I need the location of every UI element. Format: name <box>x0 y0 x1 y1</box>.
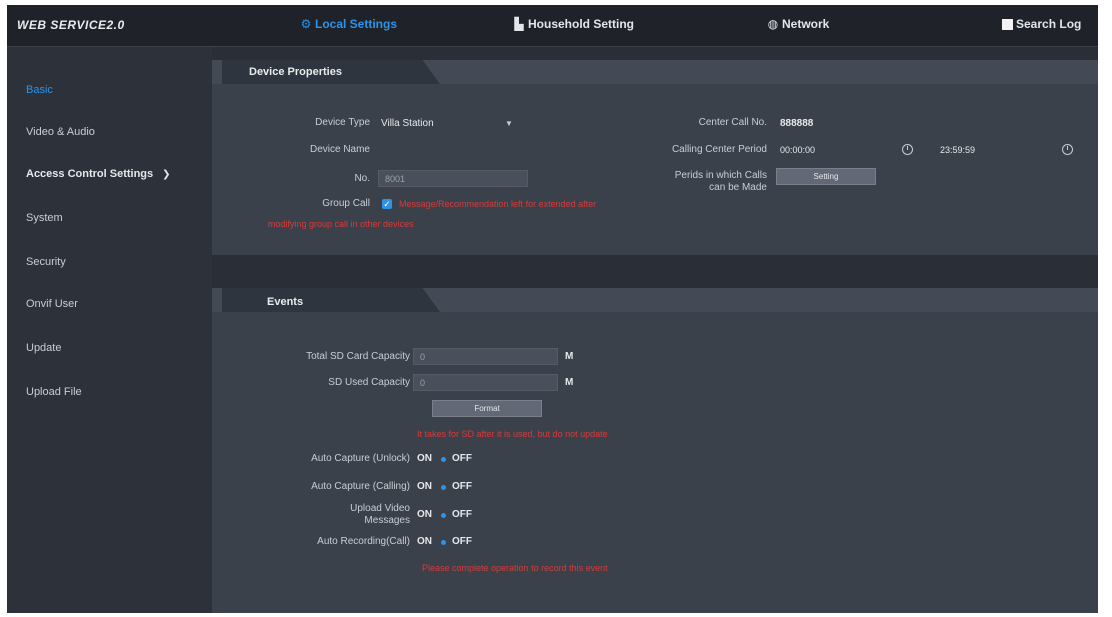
total-sd-input[interactable]: 0 <box>413 348 558 365</box>
period-start-input[interactable]: 00:00:00 <box>780 145 815 155</box>
device-type-label: Device Type <box>315 117 370 128</box>
tab-label: Network <box>782 17 830 31</box>
group-call-warning-line2: modifying group call in other devices <box>268 219 414 229</box>
radio-selected-icon <box>441 540 446 545</box>
tab-label: Local Settings <box>315 17 398 31</box>
auto-recording-on[interactable]: ON <box>417 536 432 547</box>
document-icon <box>1002 18 1013 30</box>
app-window: WEB SERVICE2.0 ⚙ Local Settings ▙ Househ… <box>7 5 1098 613</box>
gear-icon: ⚙ <box>300 17 312 31</box>
upload-video-on[interactable]: ON <box>417 509 432 520</box>
device-properties-panel: Device Properties Device Type Villa Stat… <box>212 60 1098 255</box>
upload-video-off[interactable]: OFF <box>452 509 472 520</box>
device-no-input[interactable]: 8001 <box>378 170 528 187</box>
tab-local-settings[interactable]: ⚙ Local Settings <box>300 17 397 31</box>
used-sd-unit: M <box>565 377 574 388</box>
tab-household-setting[interactable]: ▙ Household Setting <box>513 17 634 31</box>
auto-capture-calling-label: Auto Capture (Calling) <box>311 481 410 492</box>
auto-recording-off[interactable]: OFF <box>452 536 472 547</box>
period-end-input[interactable]: 23:59:59 <box>940 145 975 155</box>
sidebar-item-basic[interactable]: Basic <box>26 84 53 96</box>
total-sd-label: Total SD Card Capacity <box>306 351 410 362</box>
sidebar-item-update[interactable]: Update <box>26 342 61 354</box>
device-name-label: Device Name <box>309 144 370 155</box>
group-call-warning: Message/Recommendation left for extended… <box>399 199 597 209</box>
tab-label: Search Log <box>1016 17 1082 31</box>
clock-icon[interactable] <box>1062 144 1073 155</box>
total-sd-unit: M <box>565 351 574 362</box>
events-panel: Events Total SD Card Capacity 0 M SD Use… <box>212 288 1098 613</box>
sidebar-item-label: Access Control Settings <box>26 168 154 180</box>
format-button[interactable]: Format <box>432 400 542 417</box>
group-call-label: Group Call <box>322 198 370 209</box>
upload-video-label: Upload Video Messages <box>350 503 410 526</box>
radio-selected-icon <box>441 513 446 518</box>
device-type-select[interactable]: Villa Station <box>381 118 434 129</box>
chevron-down-icon: ❯ <box>162 169 171 180</box>
group-call-checkbox[interactable]: ✓ <box>382 199 392 209</box>
recording-warning: Please complete operation to record this… <box>422 563 608 573</box>
used-sd-input[interactable]: 0 <box>413 374 558 391</box>
top-navigation-bar: WEB SERVICE2.0 ⚙ Local Settings ▙ Househ… <box>7 5 1098 47</box>
auto-recording-label: Auto Recording(Call) <box>317 536 410 547</box>
panel-tab <box>222 288 440 312</box>
radio-selected-icon <box>441 457 446 462</box>
device-no-label: No. <box>354 173 370 184</box>
app-logo: WEB SERVICE2.0 <box>17 18 125 32</box>
radio-selected-icon <box>441 485 446 490</box>
setting-button[interactable]: Setting <box>776 168 876 185</box>
sidebar-item-upload-file[interactable]: Upload File <box>26 386 82 398</box>
auto-capture-calling-off[interactable]: OFF <box>452 481 472 492</box>
auto-capture-unlock-label: Auto Capture (Unlock) <box>311 453 410 464</box>
center-call-label: Center Call No. <box>698 117 767 128</box>
auto-capture-calling-on[interactable]: ON <box>417 481 432 492</box>
perids-label: Perids in which Calls can be Made <box>674 170 767 193</box>
auto-capture-unlock-on[interactable]: ON <box>417 453 432 464</box>
sidebar: Basic Video & Audio Access Control Setti… <box>7 47 212 613</box>
chevron-down-icon[interactable]: ▼ <box>505 119 513 128</box>
clock-icon[interactable] <box>902 144 913 155</box>
panel-title: Device Properties <box>249 66 342 78</box>
sidebar-item-video-audio[interactable]: Video & Audio <box>26 126 95 138</box>
sidebar-item-access-control[interactable]: Access Control Settings ❯ <box>26 168 171 180</box>
globe-icon: ◍ <box>767 17 779 31</box>
sidebar-item-security[interactable]: Security <box>26 256 66 268</box>
format-warning: It takes for SD after it is used, but do… <box>417 429 608 439</box>
panel-title: Events <box>267 296 304 308</box>
sidebar-item-system[interactable]: System <box>26 212 63 224</box>
auto-capture-unlock-off[interactable]: OFF <box>452 453 472 464</box>
used-sd-label: SD Used Capacity <box>328 377 410 388</box>
center-call-value: 888888 <box>780 118 814 129</box>
tab-network[interactable]: ◍ Network <box>767 17 830 31</box>
tab-search-log[interactable]: Search Log <box>1002 17 1081 31</box>
building-icon: ▙ <box>514 17 524 31</box>
calling-period-label: Calling Center Period <box>671 144 767 155</box>
tab-label: Household Setting <box>528 17 634 31</box>
sidebar-item-onvif-user[interactable]: Onvif User <box>26 298 78 310</box>
